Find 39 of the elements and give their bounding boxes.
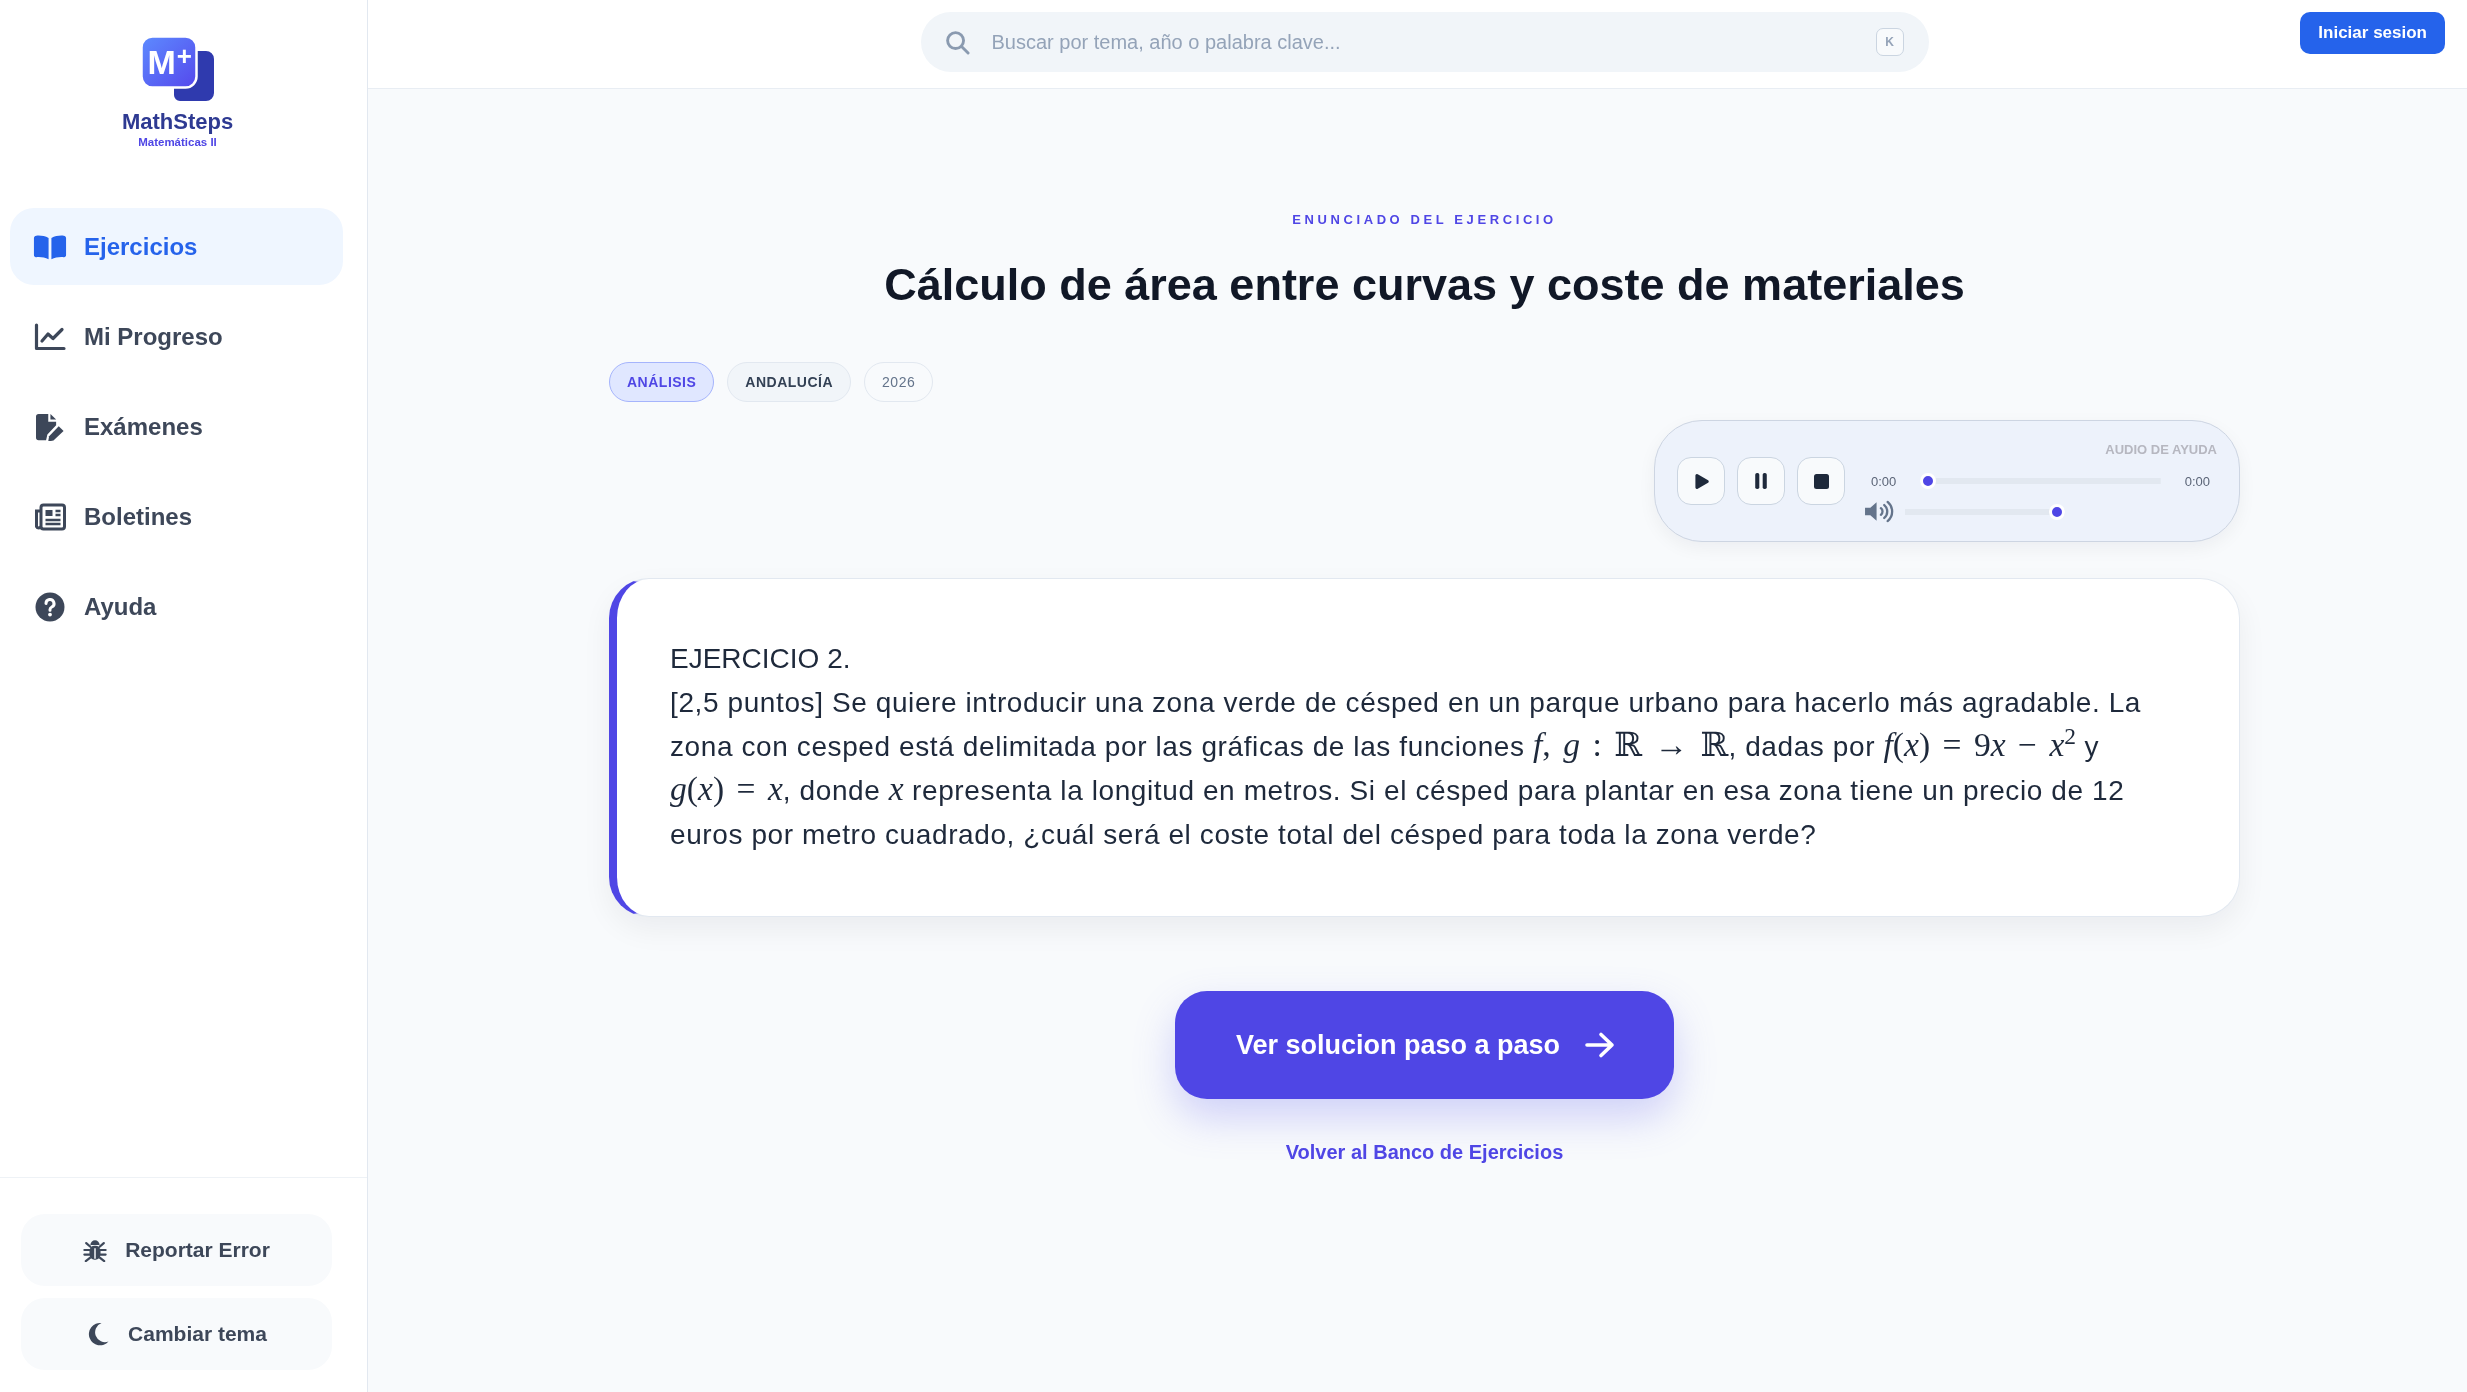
login-button[interactable]: Iniciar sesion bbox=[2300, 12, 2445, 54]
region-tag: ANDALUCÍA bbox=[727, 362, 852, 402]
exercise-title: Cálculo de área entre curvas y coste de materiales bbox=[884, 259, 1965, 311]
play-icon bbox=[1693, 472, 1709, 490]
duration-time: 0:00 bbox=[2184, 473, 2210, 489]
pause-icon bbox=[1755, 473, 1767, 489]
nav-item[interactable]: Mi Progreso bbox=[10, 298, 343, 375]
pause-button[interactable] bbox=[1737, 457, 1785, 505]
volume-icon bbox=[1863, 499, 1894, 524]
section-eyebrow: ENUNCIADO DEL EJERCICIO bbox=[1292, 212, 1557, 228]
stop-icon bbox=[1813, 473, 1829, 489]
exercise-statement: [2,5 puntos] Se quiere introducir una zona verde de césped en un parque urbano para hacerlo más agradable. La zona con cesped está delimitada por las gráficas de las funciones f, g : ℝ → ℝ, dadas por f(x) = 9x − x$^{2}$ y g(x) = x, donde x representa la longitud en metros. Si el césped para plantar en esa zona tiene un precio de 12 euros por metro cuadrado, ¿cuál será el coste total del césped para toda la zona verde? bbox=[670, 686, 2143, 852]
theme-toggle-button[interactable]: Cambiar tema bbox=[21, 1298, 332, 1370]
nav-item[interactable]: Boletines bbox=[10, 478, 343, 555]
brand-name: MathSteps bbox=[121, 109, 234, 135]
search-input[interactable]: Buscar por tema, año o palabra clave... bbox=[991, 30, 1854, 54]
logo-mark: M$^{+}$ bbox=[139, 35, 216, 103]
topic-tag: ANÁLISIS bbox=[609, 362, 715, 402]
nav-item[interactable]: Ayuda bbox=[10, 568, 343, 645]
line-chart-icon bbox=[33, 322, 67, 351]
back-link[interactable]: Volver al Banco de Ejercicios bbox=[1285, 1140, 1564, 1164]
audio-label: AUDIO DE AYUDA bbox=[2105, 442, 2217, 458]
nav-item[interactable]: Ejercicios bbox=[10, 208, 343, 285]
brand-subtitle: Matemáticas II bbox=[138, 135, 217, 149]
bug-icon bbox=[83, 1238, 108, 1262]
search-icon bbox=[944, 29, 970, 55]
progress-thumb[interactable] bbox=[1920, 473, 1937, 489]
report-error-button[interactable]: Reportar Error bbox=[21, 1214, 332, 1286]
shortcut-key: K bbox=[1875, 28, 1904, 56]
current-time: 0:00 bbox=[1871, 473, 1897, 489]
nav-item[interactable]: Exámenes bbox=[10, 388, 343, 465]
volume-thumb[interactable] bbox=[2049, 503, 2065, 520]
arrow-right-icon bbox=[1584, 1031, 1617, 1059]
play-button[interactable] bbox=[1677, 457, 1725, 505]
newspaper-icon bbox=[33, 502, 67, 531]
solution-button[interactable]: Ver solucion paso a paso bbox=[1174, 991, 1675, 1099]
exercise-number: EJERCICIO 2. bbox=[670, 642, 852, 676]
stop-button[interactable] bbox=[1797, 457, 1845, 505]
help-icon bbox=[33, 591, 67, 622]
